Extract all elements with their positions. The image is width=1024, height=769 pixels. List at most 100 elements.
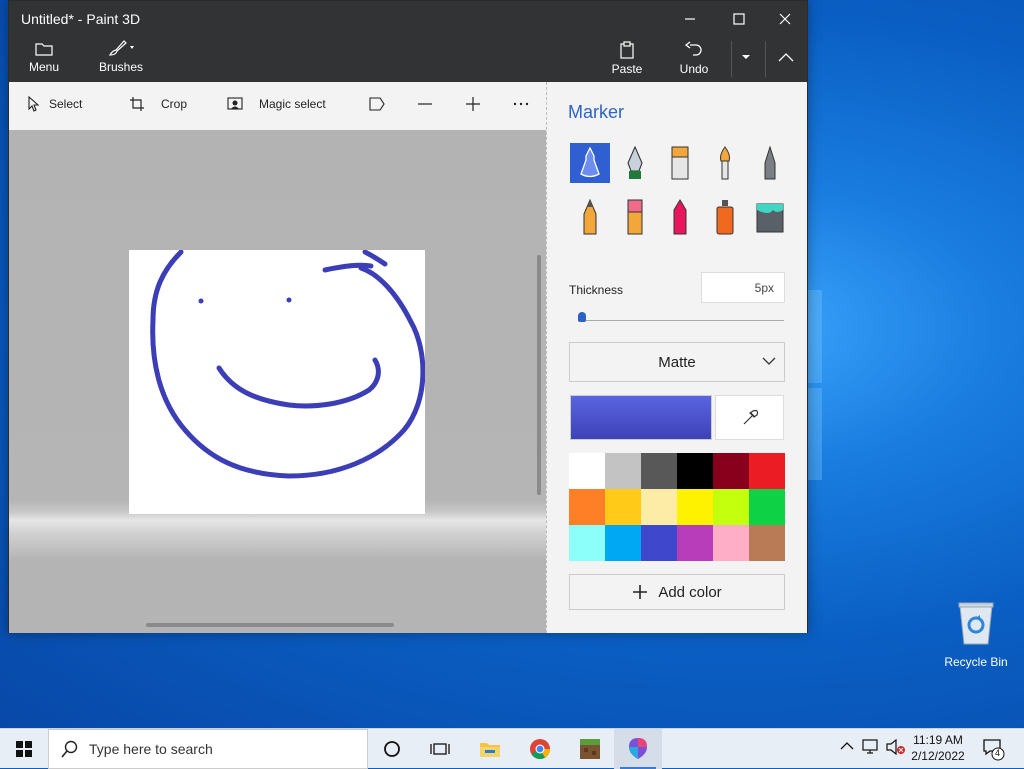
color-swatch[interactable] [605, 525, 641, 561]
start-button[interactable] [0, 729, 48, 769]
mixed-reality-button[interactable] [368, 96, 386, 112]
color-swatch[interactable] [677, 453, 713, 489]
action-center-button[interactable]: 4 [982, 737, 1006, 766]
eraser-brush[interactable] [615, 197, 655, 237]
maximize-button[interactable] [716, 7, 762, 31]
color-palette [569, 453, 785, 561]
color-swatch[interactable] [677, 489, 713, 525]
recycle-bin-icon [958, 602, 994, 645]
color-swatch[interactable] [569, 453, 605, 489]
file-explorer-button[interactable] [466, 729, 514, 769]
collapse-ribbon-button[interactable] [765, 41, 805, 77]
drawing-canvas[interactable] [129, 249, 426, 514]
undo-icon [685, 41, 702, 56]
close-button[interactable] [762, 7, 808, 31]
color-swatch[interactable] [713, 453, 749, 489]
current-color-swatch[interactable] [570, 395, 712, 440]
window-title: Untitled* - Paint 3D [21, 11, 141, 27]
add-color-button[interactable]: Add color [569, 574, 785, 610]
maximize-icon [733, 13, 745, 25]
minecraft-button[interactable] [566, 729, 614, 769]
spray-can-brush[interactable] [705, 197, 745, 237]
crayon-icon [673, 199, 687, 235]
color-swatch[interactable] [641, 453, 677, 489]
menu-button[interactable]: Menu [23, 41, 65, 74]
fill-bucket-icon [756, 203, 784, 233]
taskbar-search[interactable]: Type here to search [48, 729, 368, 769]
magic-select-icon [227, 97, 243, 110]
history-dropdown-button[interactable] [731, 41, 759, 77]
marker-brush[interactable] [570, 143, 610, 183]
color-swatch[interactable] [713, 525, 749, 561]
thickness-slider-thumb[interactable] [578, 312, 587, 322]
thickness-slider[interactable] [579, 320, 784, 321]
finish-value: Matte [658, 353, 696, 371]
pencil-brush[interactable] [570, 197, 610, 237]
cortana-icon [384, 741, 400, 757]
select-tool[interactable]: Select [27, 96, 82, 112]
volume-muted-icon [886, 738, 905, 756]
color-swatch[interactable] [605, 453, 641, 489]
network-button[interactable] [862, 739, 880, 760]
chevron-down-icon [762, 357, 776, 365]
cortana-button[interactable] [368, 729, 416, 769]
file-explorer-icon [480, 743, 500, 757]
magic-select-tool[interactable]: Magic select [227, 96, 326, 112]
color-swatch[interactable] [749, 489, 785, 525]
calligraphy-pen-brush[interactable] [615, 143, 655, 183]
eyedropper-button[interactable] [715, 395, 784, 440]
ellipsis-icon [513, 102, 529, 106]
clock-date: 2/12/2022 [911, 749, 965, 763]
color-swatch[interactable] [569, 525, 605, 561]
finish-dropdown[interactable]: Matte [569, 342, 785, 382]
color-swatch[interactable] [749, 525, 785, 561]
show-hidden-icons-button[interactable] [840, 739, 854, 758]
paint-3d-icon [629, 738, 647, 759]
oil-brush[interactable] [660, 143, 700, 183]
crop-tool[interactable]: Crop [129, 96, 187, 112]
notification-count: 4 [995, 748, 1001, 758]
task-view-button[interactable] [416, 729, 464, 769]
color-swatch[interactable] [749, 453, 785, 489]
more-options-button[interactable] [513, 96, 529, 112]
paint-3d-taskbar-button[interactable] [614, 729, 662, 769]
smiley-face-drawing [150, 249, 426, 479]
fill-bucket-brush[interactable] [750, 197, 790, 237]
color-swatch[interactable] [569, 489, 605, 525]
crop-label: Crop [161, 97, 188, 111]
canvas-area[interactable] [9, 130, 546, 633]
crop-icon [130, 97, 144, 111]
color-swatch[interactable] [677, 525, 713, 561]
undo-label: Undo [679, 62, 709, 76]
crayon-brush[interactable] [660, 197, 700, 237]
chevron-up-icon [778, 53, 793, 62]
brushes-label: Brushes [98, 60, 144, 74]
color-swatch[interactable] [713, 489, 749, 525]
plus-icon [633, 585, 648, 599]
task-view-icon [430, 743, 450, 755]
color-swatch[interactable] [641, 489, 677, 525]
panel-title: Marker [568, 102, 625, 122]
magic-select-label: Magic select [259, 97, 326, 111]
volume-button[interactable] [886, 738, 906, 760]
chrome-button[interactable] [516, 729, 564, 769]
eyedropper-icon [743, 409, 758, 424]
system-clock[interactable]: 11:19 AM 2/12/2022 [906, 732, 970, 764]
brushes-button[interactable]: Brushes [93, 39, 149, 74]
cursor-icon [28, 96, 40, 112]
recycle-bin[interactable]: Recycle Bin [940, 600, 1012, 669]
title-bar: Untitled* - Paint 3D Menu Brushes Paste [9, 1, 807, 82]
undo-button[interactable]: Undo [674, 41, 714, 76]
zoom-out-button[interactable] [417, 96, 433, 112]
eraser-icon [627, 199, 643, 235]
minimize-button[interactable] [667, 7, 713, 31]
zoom-in-button[interactable] [465, 96, 481, 112]
pixel-pen-brush[interactable] [750, 143, 790, 183]
watercolor-brush[interactable] [705, 143, 745, 183]
thickness-input[interactable]: 5px [701, 272, 785, 303]
color-swatch[interactable] [605, 489, 641, 525]
paste-button[interactable]: Paste [607, 41, 647, 76]
horizontal-scrollbar[interactable] [146, 623, 394, 627]
vertical-scrollbar[interactable] [537, 255, 541, 495]
color-swatch[interactable] [641, 525, 677, 561]
